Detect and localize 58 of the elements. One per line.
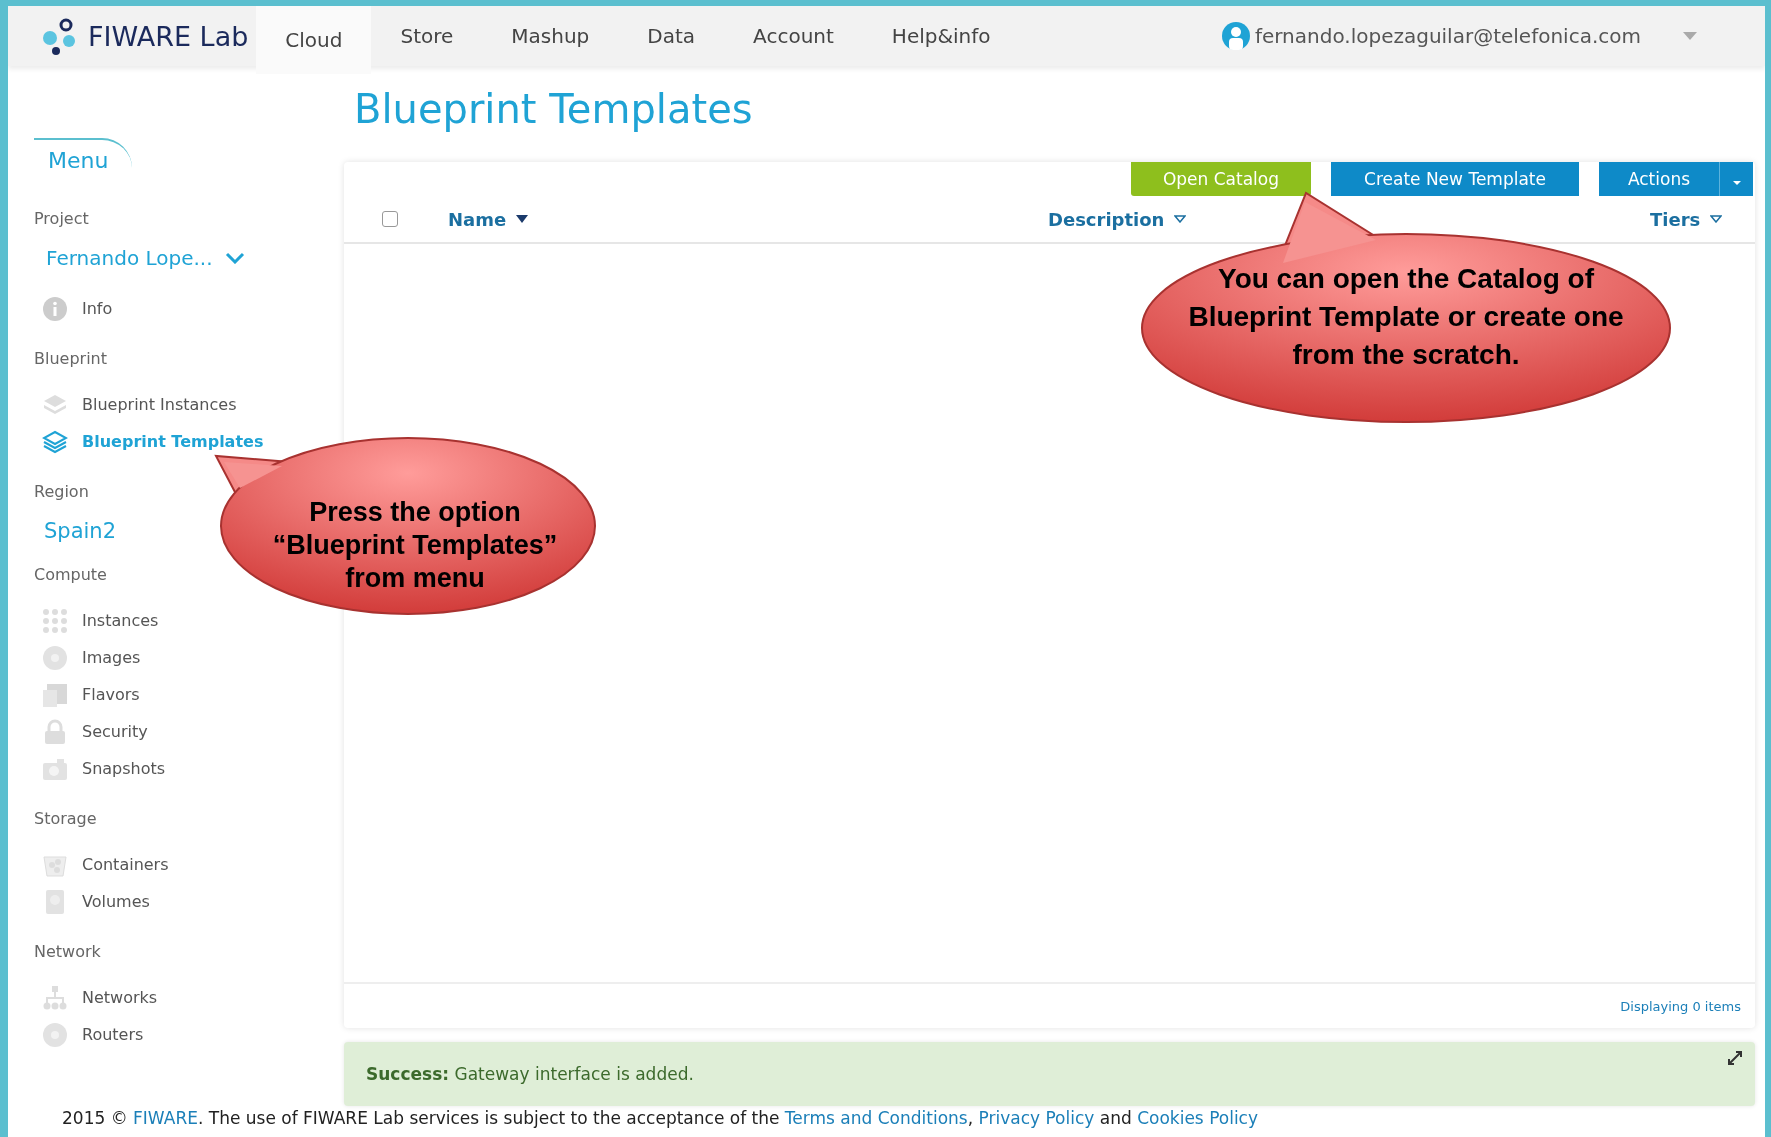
user-email[interactable]: fernando.lopezaguilar@telefonica.com xyxy=(1254,24,1641,48)
column-header[interactable]: Name xyxy=(442,207,1042,231)
column-header[interactable]: Description xyxy=(1042,207,1644,231)
section-label: Project xyxy=(34,209,90,228)
callout-text: Press the option “Blueprint Templates” from menu xyxy=(271,496,559,595)
nav-tab[interactable]: Data xyxy=(618,6,725,66)
section-label: Network xyxy=(34,942,102,961)
sort-arrow-icon xyxy=(1174,215,1187,223)
info-icon xyxy=(42,295,68,322)
sidebar-item[interactable]: Images xyxy=(34,639,141,676)
disc-icon xyxy=(42,1021,68,1048)
sidebar-item[interactable]: Snapshots xyxy=(34,750,166,787)
sidebar-item[interactable]: Networks xyxy=(34,979,158,1016)
network-icon xyxy=(42,984,68,1011)
grid-icon xyxy=(42,607,68,634)
footer-link[interactable]: Cookies Policy xyxy=(1137,1108,1259,1128)
select-all-checkbox[interactable] xyxy=(382,211,398,227)
nav-tab[interactable]: Mashup xyxy=(482,6,619,66)
create-template-button[interactable]: Create New Template xyxy=(1331,162,1579,196)
sidebar-item[interactable]: Blueprint Instances xyxy=(34,386,237,423)
nav-tab[interactable]: Help&info xyxy=(862,6,1020,66)
user-avatar-icon xyxy=(1220,21,1251,51)
caret-icon xyxy=(1732,181,1741,185)
sidebar-item[interactable]: Routers xyxy=(34,1016,144,1053)
sort-arrow-icon xyxy=(1710,215,1723,223)
sidebar-item[interactable]: Info xyxy=(34,290,113,327)
alert-message: Success: Gateway interface is added. xyxy=(366,1064,694,1084)
chevron-down-icon xyxy=(224,252,245,264)
expand-icon[interactable] xyxy=(1727,1050,1743,1066)
footer-text: 2015 © FIWARE. The use of FIWARE Lab services is subject to the acceptance of the Terms and Conditions, Privacy Policy and Cookies Policy xyxy=(62,1108,1260,1128)
sidebar-item[interactable]: Volumes xyxy=(34,883,150,920)
section-label: Storage xyxy=(34,809,98,828)
page-title: Blueprint Templates xyxy=(354,86,754,132)
actions-button[interactable]: Actions xyxy=(1599,162,1719,196)
sidebar-item[interactable]: Security xyxy=(34,713,148,750)
logo-text: FIWARE Lab xyxy=(88,20,249,52)
item-count: Displaying 0 items xyxy=(1620,998,1741,1014)
column-header[interactable]: Tiers xyxy=(1644,207,1729,231)
disc-icon xyxy=(42,644,68,671)
actions-dropdown-button[interactable] xyxy=(1719,162,1753,196)
section-label: Blueprint xyxy=(34,349,108,368)
lock-icon xyxy=(42,718,68,745)
nav-tab[interactable]: Cloud xyxy=(256,6,372,74)
square-icon xyxy=(42,681,68,708)
section-label: Compute xyxy=(34,565,108,584)
caret-icon[interactable] xyxy=(1683,32,1697,40)
section-label: Region xyxy=(34,482,90,501)
layers-icon xyxy=(42,428,68,455)
nav-tab[interactable]: Account xyxy=(724,6,863,66)
callout-text: You can open the Catalog of Blueprint Template or create one from the scratch. xyxy=(1187,262,1625,373)
nav-tab[interactable]: Store xyxy=(371,6,483,66)
sidebar-item[interactable]: Containers xyxy=(34,846,169,883)
sort-arrow-icon xyxy=(516,215,529,223)
footer-link[interactable]: Privacy Policy xyxy=(978,1108,1095,1128)
footer-link[interactable]: Terms and Conditions xyxy=(784,1108,968,1128)
sidebar-item[interactable]: Instances xyxy=(34,602,159,639)
footer-link[interactable]: FIWARE xyxy=(133,1108,198,1128)
sidebar-item[interactable]: Flavors xyxy=(34,676,140,713)
